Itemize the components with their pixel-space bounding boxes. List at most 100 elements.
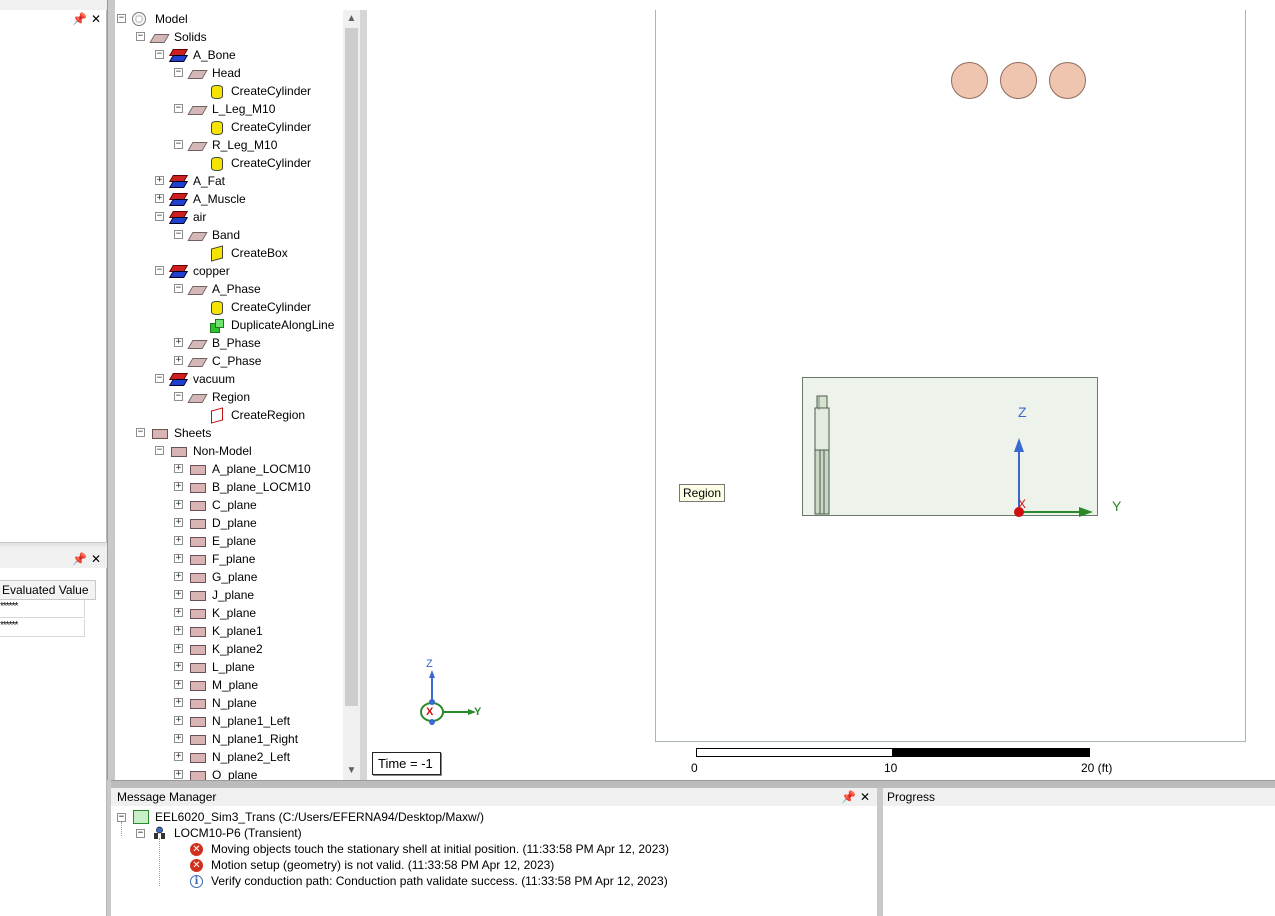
horizontal-splitter[interactable]	[111, 780, 1275, 788]
expand-icon[interactable]: +	[174, 734, 183, 743]
tree-viewport-splitter[interactable]	[360, 10, 367, 780]
close-icon[interactable]: ✕	[860, 791, 870, 803]
collapse-icon[interactable]: −	[174, 392, 183, 401]
tree-node[interactable]: DuplicateAlongLine	[115, 316, 343, 334]
expand-icon[interactable]: +	[174, 644, 183, 653]
tree-node[interactable]: + E_plane	[115, 532, 343, 550]
expand-icon[interactable]: +	[174, 356, 183, 365]
orientation-triad[interactable]	[412, 660, 492, 730]
expand-icon[interactable]: +	[174, 338, 183, 347]
tree-node[interactable]: + N_plane2_Left	[115, 748, 343, 766]
collapse-icon[interactable]: −	[174, 104, 183, 113]
conductor-a-phase[interactable]	[951, 62, 988, 99]
region-box[interactable]	[802, 377, 1098, 516]
collapse-icon[interactable]: −	[155, 446, 164, 455]
collapse-icon[interactable]: −	[174, 68, 183, 77]
tree-node[interactable]: − copper	[115, 262, 343, 280]
collapse-icon[interactable]: −	[136, 428, 145, 437]
expand-icon[interactable]: +	[174, 680, 183, 689]
tree-node[interactable]: − Region	[115, 388, 343, 406]
expand-icon[interactable]: +	[174, 608, 183, 617]
3d-viewport[interactable]: Z Y X Region Z Y X Time = -1 0 10 20 (ft…	[367, 10, 1275, 780]
tree-node[interactable]: + N_plane	[115, 694, 343, 712]
message-item[interactable]: ✕ Motion setup (geometry) is not valid. (…	[111, 857, 877, 873]
tree-node[interactable]: CreateCylinder	[115, 82, 343, 100]
tree-node[interactable]: + G_plane	[115, 568, 343, 586]
close-icon[interactable]: ✕	[91, 553, 101, 565]
collapse-icon[interactable]: −	[155, 266, 164, 275]
message-item[interactable]: ✕ Moving objects touch the stationary she…	[111, 841, 877, 857]
tree-node[interactable]: + D_plane	[115, 514, 343, 532]
collapse-icon[interactable]: −	[117, 14, 126, 23]
collapse-icon[interactable]: −	[174, 230, 183, 239]
tree-node[interactable]: + A_Muscle	[115, 190, 343, 208]
pin-icon[interactable]: 📌	[841, 791, 856, 803]
tree-node[interactable]: − Solids	[115, 28, 343, 46]
scrollbar-thumb[interactable]	[345, 28, 358, 706]
expand-icon[interactable]: +	[174, 626, 183, 635]
conductor-c-phase[interactable]	[1049, 62, 1086, 99]
tree-node[interactable]: + N_plane1_Left	[115, 712, 343, 730]
expand-icon[interactable]: +	[174, 716, 183, 725]
expand-icon[interactable]: +	[174, 536, 183, 545]
evaluated-value-cell[interactable]: ******	[0, 619, 85, 637]
collapse-icon[interactable]: −	[155, 212, 164, 221]
tree-node[interactable]: + A_Fat	[115, 172, 343, 190]
expand-icon[interactable]: +	[174, 518, 183, 527]
scroll-down-icon[interactable]: ▼	[343, 762, 360, 779]
tree-node[interactable]: + K_plane2	[115, 640, 343, 658]
expand-icon[interactable]: +	[155, 194, 164, 203]
tree-node[interactable]: − Band	[115, 226, 343, 244]
message-item[interactable]: i Verify conduction path: Conduction path…	[111, 873, 877, 889]
expand-icon[interactable]: +	[155, 176, 164, 185]
pin-icon[interactable]: 📌	[72, 553, 87, 565]
message-project-node[interactable]: − EEL6020_Sim3_Trans (C:/Users/EFERNA94/…	[111, 809, 877, 825]
expand-icon[interactable]: +	[174, 698, 183, 707]
expand-icon[interactable]: +	[174, 662, 183, 671]
tree-node[interactable]: + K_plane	[115, 604, 343, 622]
tree-node[interactable]: CreateCylinder	[115, 118, 343, 136]
tree-node[interactable]: + C_plane	[115, 496, 343, 514]
tree-node[interactable]: − R_Leg_M10	[115, 136, 343, 154]
tree-node[interactable]: CreateCylinder	[115, 298, 343, 316]
expand-icon[interactable]: +	[174, 500, 183, 509]
collapse-icon[interactable]: −	[155, 50, 164, 59]
tree-scrollbar[interactable]: ▲ ▼	[343, 10, 360, 780]
expand-icon[interactable]: +	[174, 752, 183, 761]
expand-icon[interactable]: +	[174, 572, 183, 581]
tree-node[interactable]: − Sheets	[115, 424, 343, 442]
tree-node[interactable]: − A_Bone	[115, 46, 343, 64]
tree-node[interactable]: + O_plane	[115, 766, 343, 780]
tree-node[interactable]: − L_Leg_M10	[115, 100, 343, 118]
tree-node[interactable]: + J_plane	[115, 586, 343, 604]
expand-icon[interactable]: +	[174, 464, 183, 473]
expand-icon[interactable]: +	[174, 770, 183, 779]
tree-node[interactable]: + A_plane_LOCM10	[115, 460, 343, 478]
tree-node[interactable]: − A_Phase	[115, 280, 343, 298]
tree-node[interactable]: − air	[115, 208, 343, 226]
evaluated-value-cell[interactable]: ******	[0, 600, 85, 618]
tree-node[interactable]: − Head	[115, 64, 343, 82]
expand-icon[interactable]: +	[174, 482, 183, 491]
tree-node[interactable]: + N_plane1_Right	[115, 730, 343, 748]
tree-node[interactable]: + F_plane	[115, 550, 343, 568]
collapse-icon[interactable]: −	[174, 284, 183, 293]
conductor-b-phase[interactable]	[1000, 62, 1037, 99]
tree-node[interactable]: + K_plane1	[115, 622, 343, 640]
evaluated-value-column-header[interactable]: Evaluated Value	[0, 580, 96, 600]
vertical-splitter[interactable]	[107, 0, 115, 780]
tree-node[interactable]: + M_plane	[115, 676, 343, 694]
collapse-icon[interactable]: −	[174, 140, 183, 149]
tree-node[interactable]: + C_Phase	[115, 352, 343, 370]
pin-icon[interactable]: 📌	[72, 13, 87, 25]
tree-node[interactable]: − vacuum	[115, 370, 343, 388]
expand-icon[interactable]: +	[174, 554, 183, 563]
tree-node[interactable]: + B_Phase	[115, 334, 343, 352]
tree-node[interactable]: + L_plane	[115, 658, 343, 676]
collapse-icon[interactable]: −	[136, 32, 145, 41]
message-design-node[interactable]: − LOCM10-P6 (Transient)	[111, 825, 877, 841]
close-icon[interactable]: ✕	[91, 13, 101, 25]
collapse-icon[interactable]: −	[155, 374, 164, 383]
scroll-up-icon[interactable]: ▲	[343, 10, 360, 27]
expand-icon[interactable]: +	[174, 590, 183, 599]
